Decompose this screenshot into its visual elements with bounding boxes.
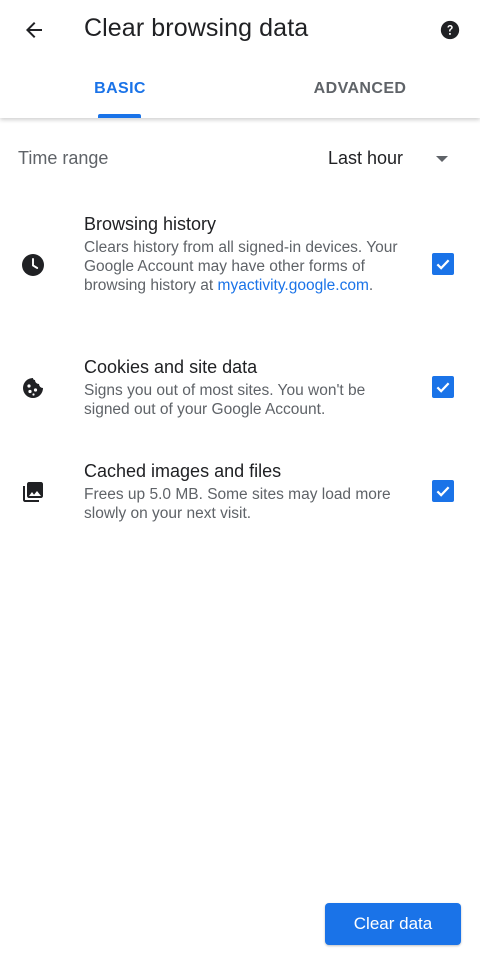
browsing-history-checkbox[interactable] [432, 253, 454, 275]
clock-icon [20, 252, 46, 278]
tab-advanced[interactable]: ADVANCED [240, 80, 480, 118]
browsing-history-text: Browsing history Clears history from all… [84, 212, 414, 295]
cached-images-checkbox[interactable] [432, 480, 454, 502]
tab-advanced-label: ADVANCED [313, 80, 407, 97]
list-item-browsing-history[interactable]: Browsing history Clears history from all… [0, 212, 480, 322]
cookie-icon [20, 375, 46, 401]
cached-images-text: Cached images and files Frees up 5.0 MB.… [84, 459, 414, 523]
time-range-label: Time range [18, 148, 109, 168]
help-icon [440, 20, 460, 40]
checkmark-icon [436, 382, 450, 393]
cached-images-description: Frees up 5.0 MB. Some sites may load mor… [84, 486, 391, 522]
browsing-history-title: Browsing history [84, 214, 217, 234]
help-button[interactable] [434, 14, 466, 46]
dropdown-arrow-icon [436, 156, 448, 162]
list-item-cached-images[interactable]: Cached images and files Frees up 5.0 MB.… [0, 459, 480, 529]
time-range-value: Last hour [328, 148, 404, 168]
page-title: Clear browsing data [84, 14, 309, 42]
time-range-row: Time range Last hour [0, 136, 480, 184]
app-bar: Clear browsing data BASIC ADVANCED [0, 0, 480, 118]
cookies-text: Cookies and site data Signs you out of m… [84, 355, 414, 419]
clear-data-button[interactable]: Clear data [325, 903, 461, 945]
tab-selected-indicator [98, 114, 141, 118]
back-button[interactable] [14, 10, 54, 50]
browsing-history-description: Clears history from all signed-in device… [84, 238, 414, 295]
cached-images-title: Cached images and files [84, 461, 282, 481]
browsing-history-desc-suffix: . [368, 277, 374, 294]
images-icon [20, 479, 46, 505]
list-item-cookies[interactable]: Cookies and site data Signs you out of m… [0, 355, 480, 425]
checkmark-icon [436, 486, 450, 497]
clear-browsing-data-screen: Clear browsing data BASIC ADVANCED Time … [0, 0, 480, 963]
cookies-checkbox[interactable] [432, 376, 454, 398]
cookies-title: Cookies and site data [84, 357, 258, 377]
myactivity-link[interactable]: myactivity.google.com [218, 277, 369, 294]
checkmark-icon [436, 259, 450, 270]
cookies-description: Signs you out of most sites. You won't b… [84, 382, 366, 418]
time-range-dropdown[interactable]: Last hour [310, 136, 470, 184]
arrow-back-icon [26, 22, 42, 38]
clear-data-label: Clear data [353, 914, 433, 933]
tab-basic[interactable]: BASIC [0, 80, 240, 118]
tab-basic-label: BASIC [94, 80, 146, 97]
